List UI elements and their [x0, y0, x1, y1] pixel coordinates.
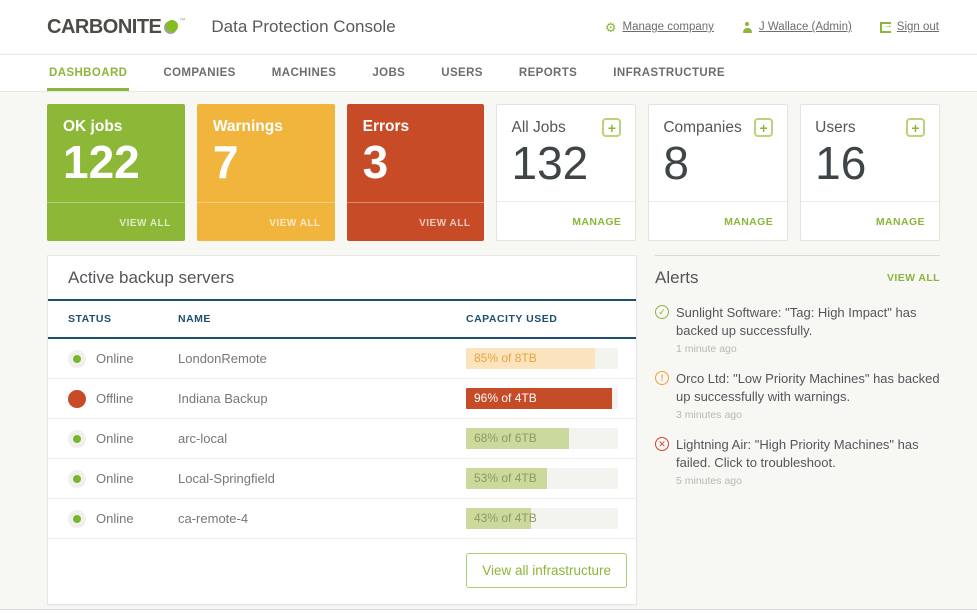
- server-row-local-springfield[interactable]: Online Local-Springfield 53% of 4TB: [48, 459, 636, 499]
- add-company-plus-icon[interactable]: +: [754, 118, 774, 137]
- column-header-status: STATUS: [68, 313, 112, 325]
- server-row-arc-local[interactable]: Online arc-local 68% of 6TB: [48, 419, 636, 459]
- server-name: Local-Springfield: [178, 471, 275, 486]
- ok-jobs-card[interactable]: OK jobs 122 VIEW ALL: [47, 104, 185, 241]
- all-jobs-title: All Jobs: [511, 118, 566, 136]
- users-card[interactable]: Users + 16 MANAGE: [800, 104, 940, 241]
- servers-table-header: STATUS NAME CAPACITY USED: [48, 299, 636, 339]
- ok-jobs-count: 122: [63, 136, 140, 188]
- errors-view-all-link[interactable]: VIEW ALL: [419, 218, 470, 229]
- capacity-bar: 85% of 8TB: [466, 348, 618, 369]
- warning-exclamation-icon: !: [655, 371, 669, 386]
- top-header: CARBONITE ™ Data Protection Console ⚙ Ma…: [0, 0, 977, 54]
- capacity-bar: 53% of 4TB: [466, 468, 618, 489]
- server-row-indiana-backup[interactable]: Offline Indiana Backup 96% of 4TB: [48, 379, 636, 419]
- tab-infrastructure[interactable]: INFRASTRUCTURE: [611, 55, 727, 91]
- users-manage-link[interactable]: MANAGE: [876, 216, 925, 228]
- companies-count: 8: [663, 137, 689, 189]
- tab-users[interactable]: USERS: [439, 55, 485, 91]
- warnings-card[interactable]: Warnings 7 VIEW ALL: [196, 104, 335, 241]
- alerts-title: Alerts: [655, 268, 699, 287]
- alert-timestamp: 3 minutes ago: [676, 409, 742, 422]
- manage-company-link[interactable]: ⚙ Manage company: [605, 21, 714, 34]
- offline-status-icon: [68, 389, 86, 408]
- gear-icon: ⚙: [604, 19, 617, 35]
- main-nav: DASHBOARD COMPANIES MACHINES JOBS USERS …: [0, 54, 977, 91]
- companies-title: Companies: [663, 118, 742, 136]
- capacity-bar: 68% of 6TB: [466, 428, 618, 449]
- trademark-symbol: ™: [179, 17, 186, 24]
- online-status-icon: [68, 469, 86, 488]
- sign-out-link[interactable]: Sign out: [879, 20, 939, 33]
- errors-card[interactable]: Errors 3 VIEW ALL: [346, 104, 485, 241]
- users-title: Users: [815, 118, 856, 136]
- all-jobs-card[interactable]: All Jobs + 132 MANAGE: [496, 104, 637, 241]
- column-header-name: NAME: [178, 313, 211, 325]
- all-jobs-manage-link[interactable]: MANAGE: [572, 216, 621, 228]
- ok-jobs-view-all-link[interactable]: VIEW ALL: [119, 218, 170, 229]
- companies-card[interactable]: Companies + 8 MANAGE: [648, 104, 789, 241]
- server-row-londonremote[interactable]: Online LondonRemote 85% of 8TB: [48, 339, 636, 379]
- companies-manage-link[interactable]: MANAGE: [724, 216, 773, 228]
- logo-wordmark: CARBONITE: [47, 15, 162, 38]
- add-user-plus-icon[interactable]: +: [905, 118, 925, 137]
- users-count: 16: [815, 137, 867, 189]
- warnings-view-all-link[interactable]: VIEW ALL: [269, 218, 320, 229]
- server-name: LondonRemote: [178, 351, 267, 366]
- server-row-ca-remote-4[interactable]: Online ca-remote-4 43% of 4TB: [48, 499, 636, 539]
- carbonite-logo[interactable]: CARBONITE ™: [47, 16, 185, 39]
- alerts-view-all-link[interactable]: VIEW ALL: [887, 272, 940, 284]
- errors-title: Errors: [362, 118, 410, 135]
- sign-out-icon: [879, 20, 893, 33]
- server-name: arc-local: [178, 431, 228, 446]
- tab-companies[interactable]: COMPANIES: [161, 55, 237, 91]
- capacity-bar: 43% of 4TB: [466, 508, 618, 529]
- alert-warning-item[interactable]: ! Orco Ltd: "Low Priority Machines" has …: [655, 370, 940, 421]
- tab-dashboard[interactable]: DASHBOARD: [47, 55, 130, 91]
- warnings-count: 7: [212, 136, 239, 188]
- server-name: ca-remote-4: [178, 511, 249, 526]
- view-all-infrastructure-button[interactable]: View all infrastructure: [466, 553, 627, 588]
- logo-ball-icon: [164, 19, 179, 34]
- all-jobs-count: 132: [511, 137, 589, 189]
- alert-error-item[interactable]: ✕ Lightning Air: "High Priority Machines…: [655, 436, 940, 487]
- header-links: ⚙ Manage company J Wallace (Admin) Sign …: [605, 20, 939, 34]
- online-status-icon: [68, 349, 86, 368]
- alerts-panel: Alerts VIEW ALL ✓ Sunlight Software: "Ta…: [655, 255, 940, 605]
- tab-jobs[interactable]: JOBS: [370, 55, 407, 91]
- user-icon: [742, 21, 753, 33]
- add-job-plus-icon[interactable]: +: [602, 118, 622, 137]
- alert-timestamp: 1 minute ago: [676, 343, 737, 356]
- tab-machines[interactable]: MACHINES: [270, 55, 339, 91]
- active-backup-servers-card: Active backup servers STATUS NAME CAPACI…: [47, 255, 637, 605]
- ok-jobs-title: OK jobs: [63, 118, 123, 135]
- app-title: Data Protection Console: [211, 17, 396, 36]
- tab-reports[interactable]: REPORTS: [517, 55, 579, 91]
- column-header-capacity: CAPACITY USED: [466, 313, 558, 325]
- servers-table-title: Active backup servers: [68, 268, 235, 287]
- alert-timestamp: 5 minutes ago: [676, 475, 742, 488]
- capacity-bar: 96% of 4TB: [466, 388, 618, 409]
- success-check-icon: ✓: [655, 305, 669, 319]
- stat-cards-row: OK jobs 122 VIEW ALL Warnings 7 VIEW ALL…: [47, 104, 940, 241]
- dashboard-content: OK jobs 122 VIEW ALL Warnings 7 VIEW ALL…: [0, 91, 977, 610]
- online-status-icon: [68, 429, 86, 448]
- online-status-icon: [68, 509, 86, 528]
- errors-count: 3: [362, 136, 389, 188]
- alert-success-item[interactable]: ✓ Sunlight Software: "Tag: High Impact" …: [655, 304, 940, 355]
- error-x-icon: ✕: [655, 437, 669, 452]
- server-name: Indiana Backup: [178, 391, 268, 406]
- warnings-title: Warnings: [212, 118, 283, 135]
- user-account-link[interactable]: J Wallace (Admin): [742, 21, 852, 33]
